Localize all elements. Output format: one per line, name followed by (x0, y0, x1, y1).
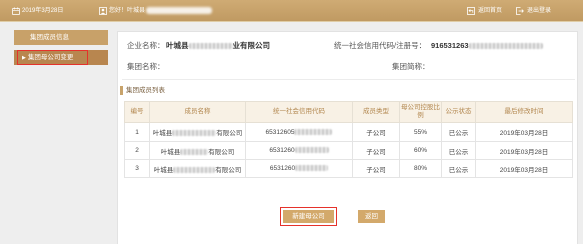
col-header-last-modified: 最后修改时间 (475, 101, 573, 123)
holding-ratio: 60% (399, 141, 442, 160)
back-button[interactable]: 返回 (358, 210, 385, 223)
member-credit-code: 6531260 (245, 141, 353, 160)
last-modified: 2019年03月28日 (475, 122, 573, 142)
logout-link[interactable]: 退出登录 (527, 0, 551, 22)
member-name: 叶城县 有限公司 (149, 159, 246, 178)
home-return-icon[interactable] (467, 7, 475, 15)
credit-code-start: 916531263 (431, 41, 469, 50)
logout-icon[interactable] (516, 7, 524, 15)
company-name-value: 叶城县 业有限公司 (166, 41, 270, 51)
publish-status: 已公示 (441, 141, 476, 160)
redacted-text (146, 6, 213, 14)
calendar-icon (12, 7, 20, 15)
divider (122, 79, 575, 80)
redacted-text (180, 148, 209, 155)
member-name-start: 叶城县 (153, 166, 174, 174)
company-name-label: 企业名称： (127, 41, 165, 50)
table-header-row: 编号 成员名称 统一社会信用代码 成员类型 母公司控股比例 公示状态 最后修改时… (124, 101, 573, 123)
main-panel: 企业名称： 叶城县 业有限公司 统一社会信用代码/注册号： 916531263 集… (117, 31, 578, 244)
section-accent-bar (120, 86, 123, 95)
redacted-text (173, 166, 216, 173)
table-row[interactable]: 3 叶城县 有限公司 6531260 子公司 80% 已公示 2019年03月28… (124, 159, 573, 178)
member-name: 叶城县 有限公司 (149, 141, 246, 160)
table-row[interactable]: 2 叶城县 有限公司 6531260 子公司 60% 已公示 2019年03月28… (124, 141, 573, 160)
col-header-credit-code: 统一社会信用代码 (245, 101, 353, 123)
redacted-text (188, 43, 233, 50)
sidebar-item-label: 集团母公司变更 (27, 54, 74, 61)
group-name-label: 集团名称： (127, 62, 165, 71)
row-number: 3 (124, 159, 150, 178)
col-header-member-type: 成员类型 (352, 101, 400, 123)
credit-code-start: 6531260 (269, 147, 295, 154)
member-name-start: 叶城县 (152, 130, 173, 137)
company-name-end: 业有限公司 (232, 41, 271, 50)
redacted-text (294, 147, 329, 154)
col-header-member-name: 成员名称 (149, 101, 246, 123)
row-number: 2 (124, 141, 150, 160)
group-short-name-label: 集团简称： (392, 62, 430, 71)
redacted-text (172, 130, 217, 137)
return-home-link[interactable]: 返回首页 (478, 0, 502, 22)
redacted-text (468, 43, 543, 50)
member-name-end: 有限公司 (208, 148, 235, 156)
publish-status: 已公示 (441, 159, 476, 178)
credit-code-value: 916531263 (431, 41, 543, 51)
user-greeting: 您好！叶城县 (109, 0, 213, 22)
row-number: 1 (124, 122, 150, 142)
col-header-number: 编号 (124, 101, 150, 123)
last-modified: 2019年03月28日 (475, 141, 573, 160)
active-marker-icon: ▶ (22, 55, 26, 61)
section-title: 集团成员列表 (126, 87, 165, 94)
member-name-end: 有限公司 (215, 166, 242, 174)
publish-status: 已公示 (441, 122, 476, 142)
member-credit-code: 65312605 (245, 122, 353, 142)
member-type: 子公司 (352, 141, 400, 160)
holding-ratio: 55% (399, 122, 442, 142)
member-name-start: 叶城县 (160, 148, 181, 156)
member-type: 子公司 (352, 122, 400, 142)
last-modified: 2019年03月28日 (475, 159, 573, 178)
member-table: 编号 成员名称 统一社会信用代码 成员类型 母公司控股比例 公示状态 最后修改时… (124, 101, 573, 178)
sidebar-item-parent-change[interactable]: ▶ 集团母公司变更 (14, 50, 108, 65)
member-type: 子公司 (352, 159, 400, 178)
top-bar: 2019年3月28日 您好！叶城县 返回首页 退出登录 (0, 0, 583, 22)
sidebar-item-group-members[interactable]: 集团成员信息 (14, 30, 108, 45)
member-credit-code: 6531260 (245, 159, 353, 178)
redacted-text (294, 128, 333, 135)
sidebar-item-label: 集团成员信息 (30, 34, 69, 41)
member-name-end: 有限公司 (216, 130, 243, 137)
credit-code-label: 统一社会信用代码/注册号： (334, 41, 427, 50)
col-header-publish-status: 公示状态 (441, 101, 476, 123)
user-icon (99, 7, 107, 15)
current-date: 2019年3月28日 (22, 8, 64, 14)
redacted-text (295, 165, 329, 172)
credit-code-start: 6531260 (269, 165, 296, 172)
credit-code-start: 65312605 (265, 128, 295, 136)
company-name-start: 叶城县 (166, 41, 189, 50)
table-row[interactable]: 1 叶城县 有限公司 65312605 子公司 55% 已公示 2019年03月2… (124, 122, 573, 142)
member-name: 叶城县 有限公司 (149, 122, 246, 142)
new-parent-company-button[interactable]: 新建母公司 (283, 210, 334, 223)
greeting-text: 您好！叶城县 (109, 8, 146, 14)
holding-ratio: 80% (399, 159, 442, 178)
col-header-holding-ratio: 母公司控股比例 (399, 101, 442, 123)
